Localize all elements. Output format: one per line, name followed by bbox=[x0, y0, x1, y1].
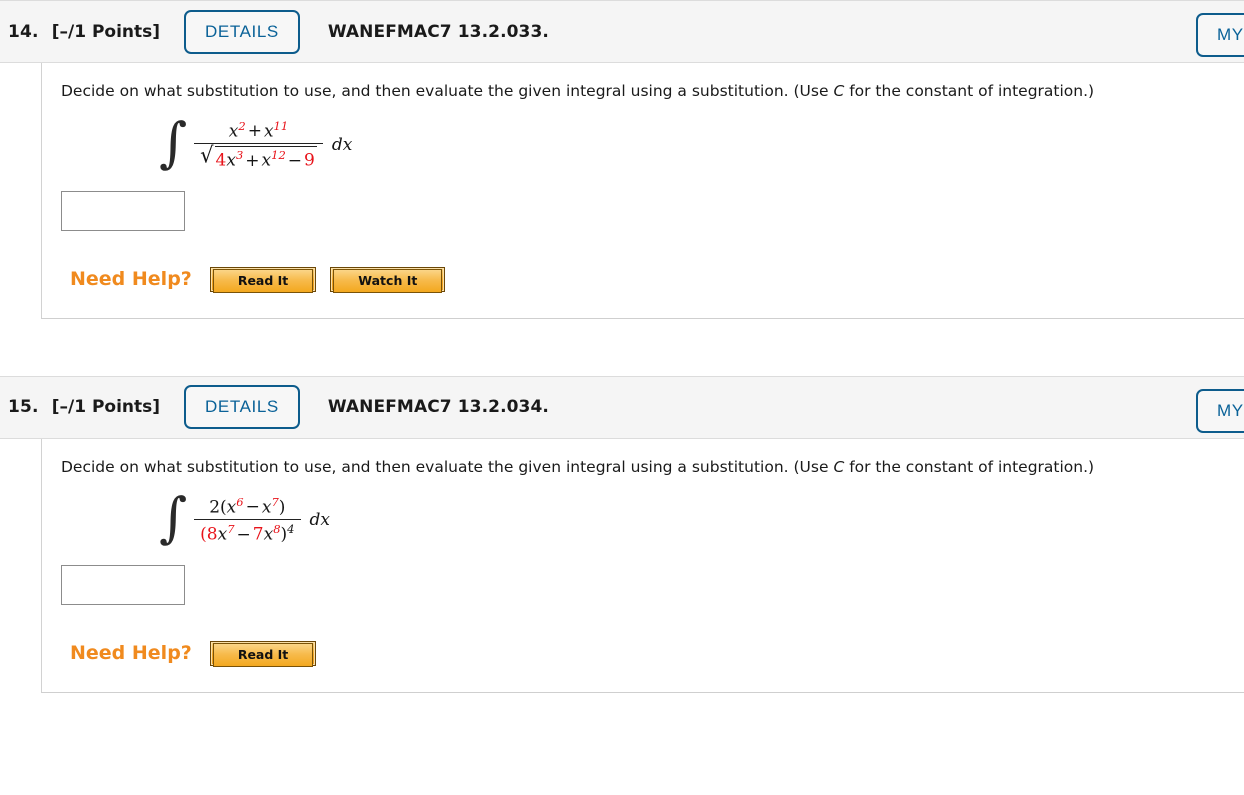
math-variable: x bbox=[228, 121, 239, 142]
math-exponent: 6 bbox=[236, 494, 244, 509]
math-variable: x bbox=[217, 524, 228, 545]
radical-sign: √ bbox=[200, 142, 214, 169]
fraction-numerator: 2(x6− x7) bbox=[203, 495, 291, 519]
answer-input[interactable] bbox=[61, 190, 185, 231]
fraction-numerator: x2 + x11 bbox=[223, 119, 294, 143]
math-coefficient: 7 bbox=[252, 524, 264, 545]
math-operator: + bbox=[247, 121, 262, 142]
math-coefficient: 8 bbox=[206, 524, 218, 545]
math-token: 2( bbox=[209, 497, 227, 518]
details-button[interactable]: DETAILS bbox=[184, 385, 300, 430]
math-operator: − bbox=[287, 150, 303, 171]
math-variable: x bbox=[261, 150, 272, 171]
radicand: 4x3 + x12−9 bbox=[214, 146, 317, 171]
math-exponent: 11 bbox=[273, 119, 289, 134]
math-paren: ( bbox=[200, 524, 207, 545]
integral-sign: ∫ bbox=[159, 110, 188, 174]
math-coefficient: 9 bbox=[304, 150, 315, 171]
differential-dx: dx bbox=[331, 134, 353, 155]
problem-15: 15. [–/1 Points] DETAILS WANEFMAC7 13.2.034… bbox=[0, 375, 1244, 693]
fraction-denominator: (8x7−7x8)4 bbox=[194, 520, 300, 544]
my-notes-button[interactable]: MY N bbox=[1196, 13, 1244, 57]
math-variable: x bbox=[261, 497, 272, 518]
prompt-text-before: Decide on what substitution to use, and … bbox=[61, 82, 834, 100]
prompt-text-after: for the constant of integration.) bbox=[844, 457, 1095, 476]
math-variable: x bbox=[263, 121, 274, 142]
need-help-row: Need Help? Read It Watch It bbox=[61, 266, 1244, 293]
need-help-label: Need Help? bbox=[70, 268, 192, 291]
prompt-constant-symbol: C bbox=[833, 82, 845, 100]
problem-separator bbox=[0, 319, 1244, 376]
prompt-text-before: Decide on what substitution to use, and … bbox=[61, 457, 834, 476]
points-label: [–/1 Points] bbox=[51, 397, 161, 418]
square-root: √ 4x3 + x12−9 bbox=[200, 142, 317, 171]
read-it-button[interactable]: Read It bbox=[209, 266, 317, 293]
problem-prompt: Decide on what substitution to use, and … bbox=[61, 457, 1244, 477]
fraction: x2 + x11 √ 4x3 + x12−9 bbox=[194, 119, 323, 171]
math-variable: x bbox=[226, 150, 236, 171]
math-operator: − bbox=[236, 524, 251, 545]
integral-expression: ∫ x2 + x11 √ 4x3 + x12−9 dx bbox=[159, 110, 1244, 174]
math-operator: − bbox=[245, 497, 260, 518]
integral-sign: ∫ bbox=[159, 485, 188, 549]
math-exponent: 8 bbox=[273, 522, 281, 537]
problem-code: WANEFMAC7 13.2.033. bbox=[327, 21, 549, 42]
math-exponent: 7 bbox=[271, 494, 279, 509]
math-exponent: 2 bbox=[238, 119, 246, 134]
read-it-button[interactable]: Read It bbox=[209, 640, 317, 667]
need-help-label: Need Help? bbox=[70, 642, 192, 665]
differential-dx: dx bbox=[309, 509, 330, 530]
integral-expression: ∫ 2(x6− x7) (8x7−7x8)4 dx bbox=[159, 485, 1244, 549]
math-exponent: 4 bbox=[287, 522, 295, 537]
problem-prompt: Decide on what substitution to use, and … bbox=[61, 81, 1244, 101]
math-operator: + bbox=[245, 150, 260, 171]
help-button-label: Watch It bbox=[333, 268, 443, 293]
help-button-label: Read It bbox=[212, 642, 314, 667]
need-help-row: Need Help? Read It bbox=[61, 640, 1244, 667]
problem-header: 14. [–/1 Points] DETAILS WANEFMAC7 13.2.033… bbox=[0, 0, 1244, 63]
points-label: [–/1 Points] bbox=[51, 21, 161, 42]
problem-body: Decide on what substitution to use, and … bbox=[41, 438, 1244, 693]
math-token: ) bbox=[278, 497, 286, 518]
fraction: 2(x6− x7) (8x7−7x8)4 bbox=[194, 495, 301, 545]
prompt-text-after: for the constant of integration.) bbox=[844, 82, 1095, 100]
math-coefficient: 4 bbox=[215, 150, 227, 171]
answer-input[interactable] bbox=[61, 564, 185, 605]
fraction-denominator: √ 4x3 + x12−9 bbox=[194, 142, 323, 171]
assignment-page: 14. [–/1 Points] DETAILS WANEFMAC7 13.2.033… bbox=[0, 0, 1244, 693]
math-exponent: 7 bbox=[227, 522, 235, 537]
problem-14: 14. [–/1 Points] DETAILS WANEFMAC7 13.2.033… bbox=[0, 0, 1244, 319]
details-button[interactable]: DETAILS bbox=[184, 9, 300, 54]
watch-it-button[interactable]: Watch It bbox=[330, 266, 446, 293]
problem-number: 15. bbox=[8, 397, 39, 418]
problem-header: 15. [–/1 Points] DETAILS WANEFMAC7 13.2.034… bbox=[0, 375, 1244, 439]
problem-number: 14. bbox=[8, 21, 39, 42]
math-exponent: 12 bbox=[271, 148, 286, 163]
math-variable: x bbox=[226, 497, 237, 518]
problem-body: Decide on what substitution to use, and … bbox=[41, 63, 1244, 319]
math-variable: x bbox=[263, 524, 274, 545]
problem-code: WANEFMAC7 13.2.034. bbox=[327, 397, 549, 418]
my-notes-button[interactable]: MY N bbox=[1196, 388, 1244, 433]
help-button-label: Read It bbox=[212, 268, 314, 293]
prompt-constant-symbol: C bbox=[833, 457, 845, 476]
